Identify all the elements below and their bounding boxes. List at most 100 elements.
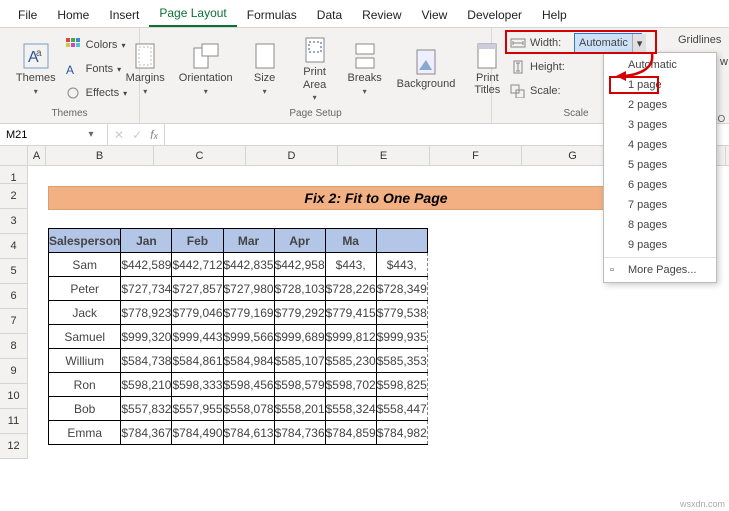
fx-icon[interactable]: fx (150, 128, 158, 142)
cell[interactable]: $584,738 (121, 349, 172, 373)
row-3[interactable]: 3 (0, 209, 27, 234)
select-all-corner[interactable] (0, 146, 28, 165)
row-6[interactable]: 6 (0, 284, 27, 309)
cell[interactable]: $779,538 (376, 301, 427, 325)
cell[interactable]: Emma (49, 421, 121, 445)
row-11[interactable]: 11 (0, 409, 27, 434)
cell[interactable]: $442,712 (172, 253, 223, 277)
menu-8-pages[interactable]: 8 pages (604, 215, 716, 235)
enter-icon[interactable]: ✓ (132, 128, 142, 142)
cell[interactable]: $598,702 (325, 373, 376, 397)
cell[interactable]: $598,333 (172, 373, 223, 397)
cell[interactable]: $727,734 (121, 277, 172, 301)
cell[interactable]: $558,447 (376, 397, 427, 421)
cell[interactable]: $779,292 (274, 301, 325, 325)
cell[interactable]: $784,736 (274, 421, 325, 445)
print-area-button[interactable]: Print Area▾ (293, 34, 337, 103)
tab-file[interactable]: File (8, 2, 47, 27)
cell[interactable]: $779,169 (223, 301, 274, 325)
fonts-button[interactable]: A Fonts▾ (66, 59, 127, 79)
cell[interactable]: $557,955 (172, 397, 223, 421)
menu-9-pages[interactable]: 9 pages (604, 235, 716, 255)
cell[interactable]: $784,613 (223, 421, 274, 445)
cell[interactable]: $999,443 (172, 325, 223, 349)
cell[interactable]: Ron (49, 373, 121, 397)
tab-help[interactable]: Help (532, 2, 577, 27)
cell[interactable]: $585,230 (325, 349, 376, 373)
themes-button[interactable]: Aa Themes ▾ (12, 40, 60, 97)
cell[interactable]: $443, (376, 253, 427, 277)
tab-formulas[interactable]: Formulas (237, 2, 307, 27)
row-5[interactable]: 5 (0, 259, 27, 284)
menu-2-pages[interactable]: 2 pages (604, 95, 716, 115)
cell[interactable]: $779,415 (325, 301, 376, 325)
orientation-button[interactable]: Orientation▾ (175, 40, 237, 97)
cell[interactable]: $778,923 (121, 301, 172, 325)
cell[interactable]: Peter (49, 277, 121, 301)
cell[interactable]: $999,812 (325, 325, 376, 349)
cell[interactable]: $584,984 (223, 349, 274, 373)
cell[interactable]: $728,349 (376, 277, 427, 301)
cell[interactable]: $557,832 (121, 397, 172, 421)
tab-developer[interactable]: Developer (457, 2, 532, 27)
row-10[interactable]: 10 (0, 384, 27, 409)
row-9[interactable]: 9 (0, 359, 27, 384)
menu-3-pages[interactable]: 3 pages (604, 115, 716, 135)
cell[interactable]: $598,579 (274, 373, 325, 397)
cell[interactable]: Samuel (49, 325, 121, 349)
chevron-down-icon[interactable]: ▾ (82, 129, 100, 140)
col-f[interactable]: F (430, 146, 522, 165)
cell[interactable]: $598,456 (223, 373, 274, 397)
menu-7-pages[interactable]: 7 pages (604, 195, 716, 215)
col-a[interactable]: A (28, 146, 46, 165)
chevron-down-icon[interactable]: ▾ (632, 34, 647, 52)
cell[interactable]: $558,201 (274, 397, 325, 421)
row-8[interactable]: 8 (0, 334, 27, 359)
row-1[interactable]: 1 (0, 166, 27, 184)
cell[interactable]: $442,958 (274, 253, 325, 277)
cell[interactable]: $999,935 (376, 325, 427, 349)
cell[interactable]: $727,857 (172, 277, 223, 301)
cell[interactable]: $728,103 (274, 277, 325, 301)
cancel-icon[interactable]: ✕ (114, 128, 124, 142)
cell[interactable]: $784,859 (325, 421, 376, 445)
background-button[interactable]: Background (393, 46, 460, 92)
cell[interactable]: Sam (49, 253, 121, 277)
tab-home[interactable]: Home (47, 2, 99, 27)
row-4[interactable]: 4 (0, 234, 27, 259)
cell[interactable]: $999,566 (223, 325, 274, 349)
cell[interactable]: $727,980 (223, 277, 274, 301)
size-button[interactable]: Size▾ (243, 40, 287, 97)
cell[interactable]: $585,107 (274, 349, 325, 373)
cell[interactable]: $784,367 (121, 421, 172, 445)
cell[interactable]: $598,825 (376, 373, 427, 397)
cell[interactable]: $999,689 (274, 325, 325, 349)
colors-button[interactable]: Colors▾ (66, 35, 127, 55)
col-d[interactable]: D (246, 146, 338, 165)
cell[interactable]: $779,046 (172, 301, 223, 325)
cell[interactable]: $585,353 (376, 349, 427, 373)
name-box-input[interactable] (0, 127, 82, 143)
row-7[interactable]: 7 (0, 309, 27, 334)
col-c[interactable]: C (154, 146, 246, 165)
menu-4-pages[interactable]: 4 pages (604, 135, 716, 155)
col-b[interactable]: B (46, 146, 154, 165)
cell[interactable]: Jack (49, 301, 121, 325)
menu-6-pages[interactable]: 6 pages (604, 175, 716, 195)
cell[interactable]: $442,835 (223, 253, 274, 277)
tab-view[interactable]: View (412, 2, 458, 27)
tab-insert[interactable]: Insert (99, 2, 149, 27)
row-2[interactable]: 2 (0, 184, 27, 209)
width-combo[interactable]: Automatic ▾ (574, 33, 642, 53)
cell[interactable]: $558,324 (325, 397, 376, 421)
tab-data[interactable]: Data (307, 2, 352, 27)
tab-review[interactable]: Review (352, 2, 411, 27)
cell[interactable]: $598,210 (121, 373, 172, 397)
margins-button[interactable]: Margins▾ (122, 40, 169, 97)
cell[interactable]: $784,490 (172, 421, 223, 445)
menu-more-pages[interactable]: ▫ More Pages... (604, 257, 716, 280)
breaks-button[interactable]: Breaks▾ (343, 40, 387, 97)
tab-page-layout[interactable]: Page Layout (149, 0, 236, 27)
row-12[interactable]: 12 (0, 434, 27, 459)
cell[interactable]: $584,861 (172, 349, 223, 373)
